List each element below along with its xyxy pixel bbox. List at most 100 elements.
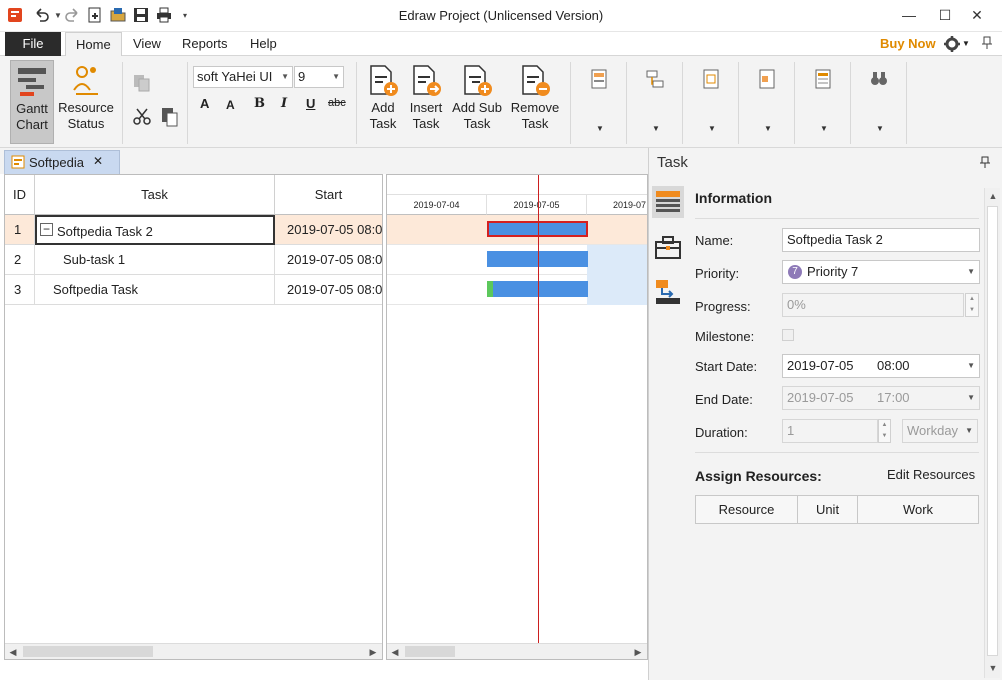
buy-now-link[interactable]: Buy Now	[870, 32, 946, 56]
collapse-toggle[interactable]: −	[40, 223, 53, 236]
link-tasks-icon[interactable]	[644, 68, 666, 90]
duration-unit-select[interactable]: Workday ▼	[902, 419, 978, 443]
font-name-select[interactable]: soft YaHei UI ▼	[193, 66, 293, 88]
start-date-field[interactable]: 2019-07-05 08:00 ▼	[782, 354, 980, 378]
scroll-right-icon[interactable]: ▶	[365, 644, 381, 660]
start-date-value: 2019-07-05	[787, 358, 854, 373]
progress-field[interactable]: 0%	[782, 293, 964, 317]
chevron-down-icon: ▼	[965, 426, 973, 435]
chevron-down-icon[interactable]: ▼	[876, 124, 884, 133]
add-task-button[interactable]: Add Task	[362, 60, 404, 144]
find-binoculars-icon[interactable]	[868, 68, 890, 90]
cut-icon[interactable]	[131, 106, 153, 128]
start-cell[interactable]: 2019-07-05 08:00	[275, 245, 382, 275]
remove-task-label-2: Task	[521, 116, 549, 131]
column-header-task[interactable]: Task	[35, 175, 275, 215]
task-name: Softpedia Task 2	[57, 224, 153, 239]
scrollbar-thumb[interactable]	[23, 646, 153, 657]
resource-status-button[interactable]: Resource Status	[58, 60, 114, 144]
scroll-down-icon[interactable]: ▼	[985, 660, 1001, 676]
scroll-left-icon[interactable]: ◀	[387, 644, 403, 659]
scroll-left-icon[interactable]: ◀	[5, 644, 21, 660]
column-header-resource[interactable]: Resource	[696, 496, 798, 523]
gantt-chart: 2019-07-04 2019-07-05 2019-07 ◀ ▶	[386, 174, 648, 660]
table-row[interactable]: 3 Softpedia Task 2019-07-05 08:00	[5, 275, 382, 305]
remove-task-button[interactable]: Remove Task	[508, 60, 562, 144]
start-cell[interactable]: 2019-07-05 08:00	[275, 275, 382, 305]
add-sub-task-button[interactable]: Add Sub Task	[449, 60, 505, 144]
milestone-checkbox[interactable]	[782, 329, 794, 341]
duration-field[interactable]: 1	[782, 419, 878, 443]
shrink-font-button[interactable]: A	[226, 98, 235, 112]
paste-icon[interactable]	[159, 106, 181, 128]
close-button[interactable]: ✕	[962, 4, 992, 26]
calendar-icon[interactable]	[756, 68, 778, 90]
horizontal-scrollbar[interactable]: ◀ ▶	[5, 643, 382, 659]
resources-tab-icon[interactable]	[652, 232, 684, 264]
column-header-start[interactable]: Start	[275, 175, 382, 215]
settings-gear-icon[interactable]	[943, 35, 961, 53]
column-header-id[interactable]: ID	[5, 175, 35, 215]
scrollbar-thumb[interactable]	[405, 646, 455, 657]
document-tab[interactable]: Softpedia ✕	[4, 150, 120, 174]
name-label: Name:	[695, 233, 734, 248]
table-icon[interactable]	[812, 68, 834, 90]
tab-view[interactable]: View	[123, 32, 171, 56]
name-field[interactable]: Softpedia Task 2	[782, 228, 980, 252]
minimize-button[interactable]: —	[894, 4, 924, 26]
copy-icon[interactable]	[131, 72, 153, 94]
insert-task-button[interactable]: Insert Task	[404, 60, 448, 144]
italic-button[interactable]: I	[281, 96, 287, 111]
file-menu[interactable]: File	[5, 32, 61, 56]
document-icon[interactable]	[700, 68, 722, 90]
task-properties-icon[interactable]	[588, 68, 610, 90]
resource-status-label-2: Status	[67, 116, 105, 131]
close-tab-icon[interactable]: ✕	[93, 154, 103, 168]
maximize-button[interactable]: ☐	[930, 4, 960, 26]
grow-font-button[interactable]: A	[200, 96, 209, 111]
chevron-down-icon[interactable]: ▼	[764, 124, 772, 133]
chevron-down-icon[interactable]: ▼	[708, 124, 716, 133]
chevron-down-icon[interactable]: ▼	[652, 124, 660, 133]
chevron-down-icon[interactable]: ▼	[820, 124, 828, 133]
task-name-cell[interactable]: Sub-task 1	[35, 245, 275, 275]
pin-panel-icon[interactable]	[980, 156, 992, 171]
vertical-scrollbar[interactable]: ▲ ▼	[984, 188, 1000, 678]
insert-task-icon	[410, 64, 442, 98]
gantt-date: 2019-07-04	[387, 195, 487, 215]
task-info-tab-icon[interactable]	[652, 186, 684, 218]
gantt-chart-button[interactable]: Gantt Chart	[10, 60, 54, 144]
start-cell[interactable]: 2019-07-05 08:00	[275, 215, 382, 245]
table-row[interactable]: 2 Sub-task 1 2019-07-05 08:00	[5, 245, 382, 275]
document-tab-bar: Softpedia ✕	[0, 148, 648, 174]
bold-button[interactable]: B	[254, 96, 265, 111]
table-row[interactable]: 1 − Softpedia Task 2 2019-07-05 08:00	[5, 215, 382, 245]
edit-resources-link[interactable]: Edit Resources	[887, 467, 975, 482]
underline-button[interactable]: U	[306, 96, 315, 111]
chevron-down-icon[interactable]: ▼	[596, 124, 604, 133]
pin-icon[interactable]	[980, 36, 994, 53]
duration-spinner[interactable]: ▲ ▼	[878, 419, 891, 443]
menu-bar: File Home View Reports Help Buy Now ▼	[0, 32, 1002, 57]
tab-reports[interactable]: Reports	[172, 32, 238, 56]
add-task-label-1: Add	[371, 100, 395, 115]
strikethrough-button[interactable]: abc	[328, 97, 346, 109]
settings-dropdown-icon[interactable]: ▼	[962, 39, 970, 48]
font-size-select[interactable]: 9 ▼	[294, 66, 344, 88]
column-header-unit[interactable]: Unit	[798, 496, 858, 523]
scroll-right-icon[interactable]: ▶	[630, 644, 646, 659]
scrollbar-thumb[interactable]	[987, 206, 998, 656]
horizontal-scrollbar[interactable]: ◀ ▶	[387, 643, 647, 659]
tab-help[interactable]: Help	[240, 32, 287, 56]
task-name-cell[interactable]: Softpedia Task	[35, 275, 275, 305]
scroll-up-icon[interactable]: ▲	[985, 188, 1001, 204]
export-tab-icon[interactable]	[652, 276, 684, 308]
progress-spinner[interactable]: ▲ ▼	[965, 293, 979, 317]
document-tab-label: Softpedia	[29, 155, 84, 170]
priority-select[interactable]: 7 Priority 7 ▼	[782, 260, 980, 284]
tab-home[interactable]: Home	[65, 32, 122, 57]
end-date-field[interactable]: 2019-07-05 17:00 ▼	[782, 386, 980, 410]
task-name-cell[interactable]: − Softpedia Task 2	[35, 215, 275, 245]
column-header-work[interactable]: Work	[858, 496, 978, 523]
remove-task-label-1: Remove	[510, 100, 560, 115]
